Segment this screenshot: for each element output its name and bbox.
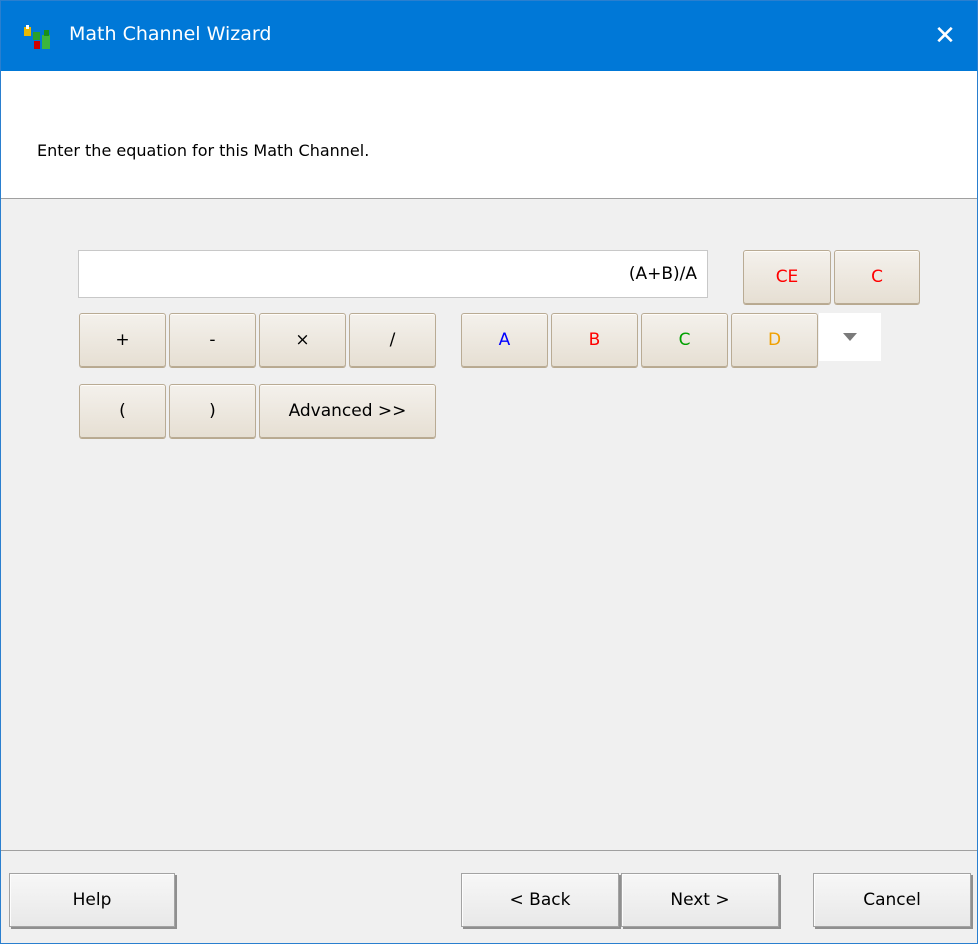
instruction-text: Enter the equation for this Math Channel… [37, 141, 370, 160]
equation-field[interactable]: (A+B)/A [78, 250, 708, 298]
next-button[interactable]: Next > [621, 873, 779, 927]
advanced-button[interactable]: Advanced >> [259, 384, 436, 438]
instruction-panel: Enter the equation for this Math Channel… [1, 71, 977, 199]
title-bar: Math Channel Wizard ✕ [1, 1, 977, 71]
more-channels-dropdown[interactable] [819, 313, 881, 361]
close-paren-button[interactable]: ) [169, 384, 256, 438]
clear-entry-button[interactable]: CE [743, 250, 831, 304]
math-channel-app-icon [24, 25, 50, 49]
minus-button[interactable]: - [169, 313, 256, 367]
chevron-down-icon [843, 333, 857, 341]
window-title: Math Channel Wizard [69, 23, 272, 45]
channel-a-button[interactable]: A [461, 313, 548, 367]
multiply-button[interactable]: × [259, 313, 346, 367]
channel-c-button[interactable]: C [641, 313, 728, 367]
clear-button[interactable]: C [834, 250, 920, 304]
close-icon[interactable]: ✕ [913, 1, 977, 71]
plus-button[interactable]: + [79, 313, 166, 367]
channel-b-button[interactable]: B [551, 313, 638, 367]
back-button[interactable]: < Back [461, 873, 619, 927]
open-paren-button[interactable]: ( [79, 384, 166, 438]
wizard-footer: Help < Back Next > Cancel [1, 850, 977, 943]
help-button[interactable]: Help [9, 873, 175, 927]
divide-button[interactable]: / [349, 313, 436, 367]
equation-editor-panel: (A+B)/A CE C + - × / A B C D ( ) Advance… [1, 200, 977, 850]
cancel-button[interactable]: Cancel [813, 873, 971, 927]
math-channel-wizard-window: Math Channel Wizard ✕ Enter the equation… [0, 0, 978, 944]
channel-d-button[interactable]: D [731, 313, 818, 367]
